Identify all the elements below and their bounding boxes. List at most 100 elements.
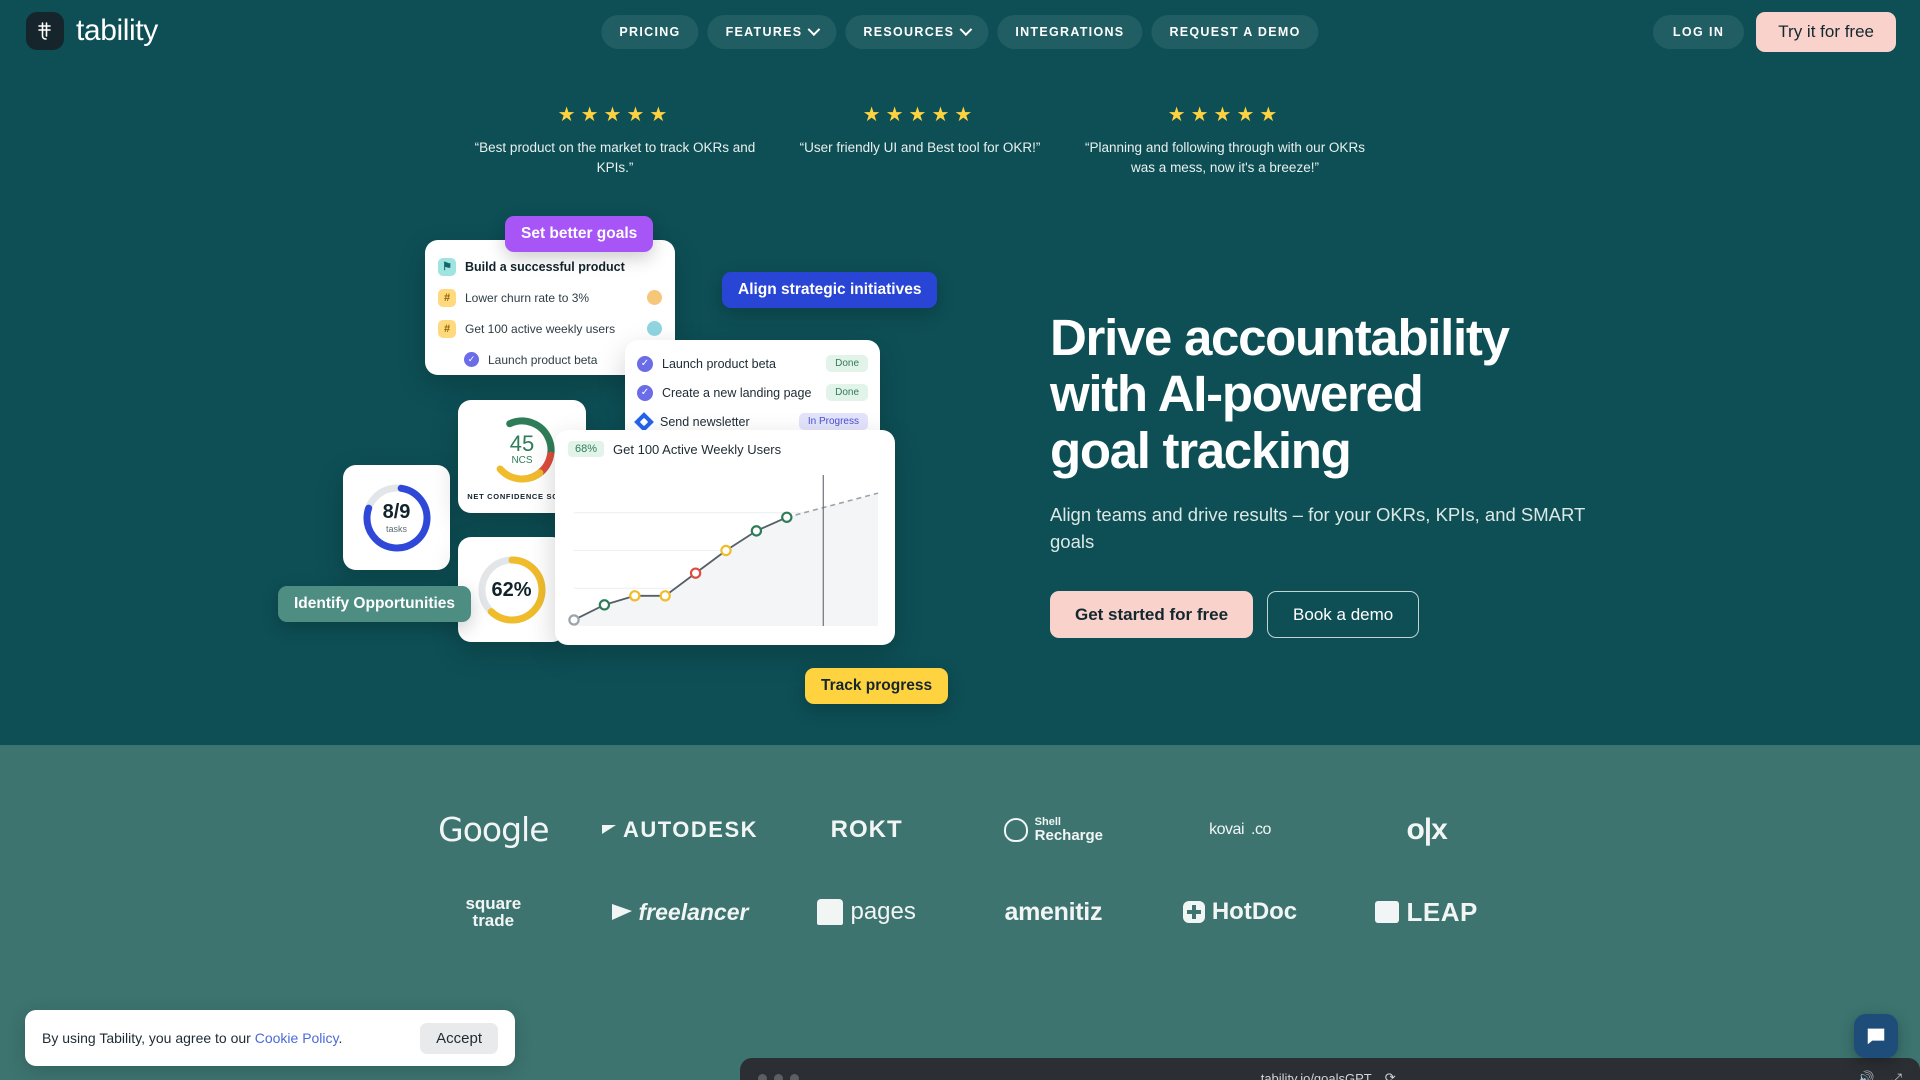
status-badge: Done [826, 384, 868, 401]
tag-identify-opportunities: Identify Opportunities [278, 586, 472, 622]
testimonials-row: ★★★★★ “Best product on the market to tra… [470, 104, 1370, 177]
goal-metric-label: Get 100 active weekly users [465, 321, 616, 336]
testimonial-quote: “Planning and following through with our… [1085, 140, 1365, 175]
flag-icon: ⚑ [438, 257, 456, 276]
cookie-policy-link[interactable]: Cookie Policy [255, 1030, 339, 1046]
video-player-bar: tability.io/goalsGPT ⟳ 🔊 ⤢ [740, 1058, 1920, 1080]
initiative-label: Launch product beta [662, 356, 776, 371]
chart-title: Get 100 Active Weekly Users [613, 441, 782, 457]
chart-plot-area [568, 469, 882, 634]
close-dot-icon[interactable] [758, 1073, 767, 1080]
reload-icon[interactable]: ⟳ [1385, 1070, 1396, 1080]
logo-shell-recharge: Shell Recharge [1003, 816, 1104, 844]
testimonial-quote: “Best product on the market to track OKR… [474, 140, 756, 175]
goals-card-metric-row: # Get 100 active weekly users [438, 313, 662, 344]
nav-item-request-a-demo-label: REQUEST A DEMO [1169, 25, 1301, 39]
page-title: Drive accountability with AI-powered goa… [1050, 309, 1590, 479]
hash-icon: # [438, 319, 456, 338]
logo-leap-label: LEAP [1406, 896, 1478, 927]
nav-item-pricing[interactable]: PRICING [601, 15, 699, 49]
video-controls: 🔊 ⤢ [1857, 1070, 1902, 1080]
headline-line-2: with AI-powered [1050, 365, 1424, 423]
star-rating-icon: ★★★★★ [862, 104, 978, 126]
tag-set-better-goals: Set better goals [505, 216, 654, 252]
maximize-dot-icon[interactable] [790, 1073, 799, 1080]
tasks-donut-card: 8/9 tasks [343, 465, 450, 570]
intercom-chat-button[interactable] [1854, 1014, 1898, 1058]
chart-card-header: 68% Get 100 Active Weekly Users [568, 441, 882, 457]
diamond-icon [634, 411, 654, 432]
product-illustration: ⚑ Build a successful product # Lower chu… [278, 200, 1025, 710]
leap-mark-icon [1375, 901, 1400, 923]
chat-icon [1867, 1028, 1885, 1045]
nav-actions: LOG IN Try it for free [1652, 12, 1896, 52]
nav-item-resources[interactable]: RESOURCES [845, 15, 989, 49]
initiative-label: Create a new landing page [662, 385, 812, 400]
volume-icon[interactable]: 🔊 [1857, 1070, 1874, 1080]
hotdoc-cross-icon [1182, 901, 1205, 923]
headline-line-3: goal tracking [1050, 421, 1352, 479]
cookie-text-after: . [338, 1030, 343, 1046]
logo-leap: LEAP [1375, 897, 1477, 928]
tability-logo-icon [26, 12, 64, 50]
top-navigation-bar: tability PRICING FEATURES RESOURCES INTE… [0, 0, 1920, 64]
accept-cookies-button[interactable]: Accept [420, 1022, 498, 1054]
nav-item-features[interactable]: FEATURES [707, 15, 837, 49]
tag-track-progress: Track progress [805, 668, 949, 704]
percent-donut-card: 62% [458, 537, 565, 642]
testimonial-1: ★★★★★ “Best product on the market to tra… [470, 104, 760, 177]
star-rating-icon: ★★★★★ [557, 104, 673, 126]
goal-metric-label: Lower churn rate to 3% [465, 290, 590, 305]
logo-autodesk: AUTODESK [601, 817, 758, 843]
autodesk-mark-icon [601, 825, 616, 834]
video-url-bar: tability.io/goalsGPT ⟳ [809, 1070, 1847, 1080]
logo-google: Google [438, 810, 549, 849]
minimize-dot-icon[interactable] [774, 1073, 783, 1080]
logo-olx: o|x [1406, 812, 1447, 846]
percent-donut-value: 62% [491, 578, 532, 601]
initiative-label: Send newsletter [660, 414, 750, 429]
brand-logo[interactable]: tability [26, 12, 158, 50]
check-circle-icon: ✓ [637, 384, 653, 401]
try-it-for-free-button[interactable]: Try it for free [1756, 12, 1896, 52]
logo-amenitiz: amenitiz [1004, 897, 1103, 926]
tasks-donut-value: 8/9 [382, 500, 411, 523]
book-a-demo-button[interactable]: Book a demo [1267, 591, 1420, 639]
ncs-donut-chart: 45 NCS [485, 413, 559, 487]
check-circle-icon: ✓ [464, 352, 479, 367]
hero-subheadline: Align teams and drive results – for your… [1050, 504, 1586, 553]
chart-progress-badge: 68% [568, 441, 605, 457]
logo-kovai-suffix: .co [1251, 820, 1271, 838]
testimonial-quote: “User friendly UI and Best tool for OKR!… [799, 140, 1041, 155]
goal-title: Build a successful product [465, 259, 625, 274]
log-in-button[interactable]: LOG IN [1652, 15, 1745, 49]
testimonial-3: ★★★★★ “Planning and following through wi… [1080, 104, 1370, 177]
progress-chart-card: 68% Get 100 Active Weekly Users [555, 430, 895, 645]
window-dots [758, 1073, 799, 1080]
video-url-text: tability.io/goalsGPT [1260, 1070, 1372, 1080]
fullscreen-icon[interactable]: ⤢ [1891, 1070, 1902, 1080]
check-circle-icon: ✓ [637, 355, 653, 372]
shell-line-2: Recharge [1034, 826, 1104, 844]
logo-squaretrade-label: square trade [465, 895, 521, 929]
logo-freelancer: freelancer [611, 899, 748, 926]
hipages-house-icon [817, 899, 844, 925]
initiative-row: ✓ Launch product beta Done [637, 349, 868, 378]
nav-item-pricing-label: PRICING [619, 25, 681, 39]
star-rating-icon: ★★★★★ [1167, 104, 1283, 126]
goals-card-metric-row: # Lower churn rate to 3% [438, 282, 662, 313]
logo-hipages-label: pages [850, 898, 916, 925]
nav-item-integrations[interactable]: INTEGRATIONS [997, 15, 1143, 49]
tag-align-strategic-initiatives: Align strategic initiatives [722, 272, 938, 308]
get-started-for-free-button[interactable]: Get started for free [1050, 591, 1254, 639]
nav-item-features-label: FEATURES [725, 25, 803, 39]
initiative-row: ✓ Create a new landing page Done [637, 378, 868, 407]
freelancer-bird-icon [611, 904, 632, 920]
nav-item-request-a-demo[interactable]: REQUEST A DEMO [1151, 15, 1319, 49]
customer-logos-grid: Google AUTODESK ROKT Shell Recharge kova… [400, 810, 1520, 929]
ncs-value: 45 [509, 431, 535, 456]
hero-cta-row: Get started for free Book a demo [1050, 591, 1590, 639]
brand-name: tability [76, 14, 158, 47]
avatar [647, 321, 662, 336]
testimonial-2: ★★★★★ “User friendly UI and Best tool fo… [775, 104, 1065, 158]
